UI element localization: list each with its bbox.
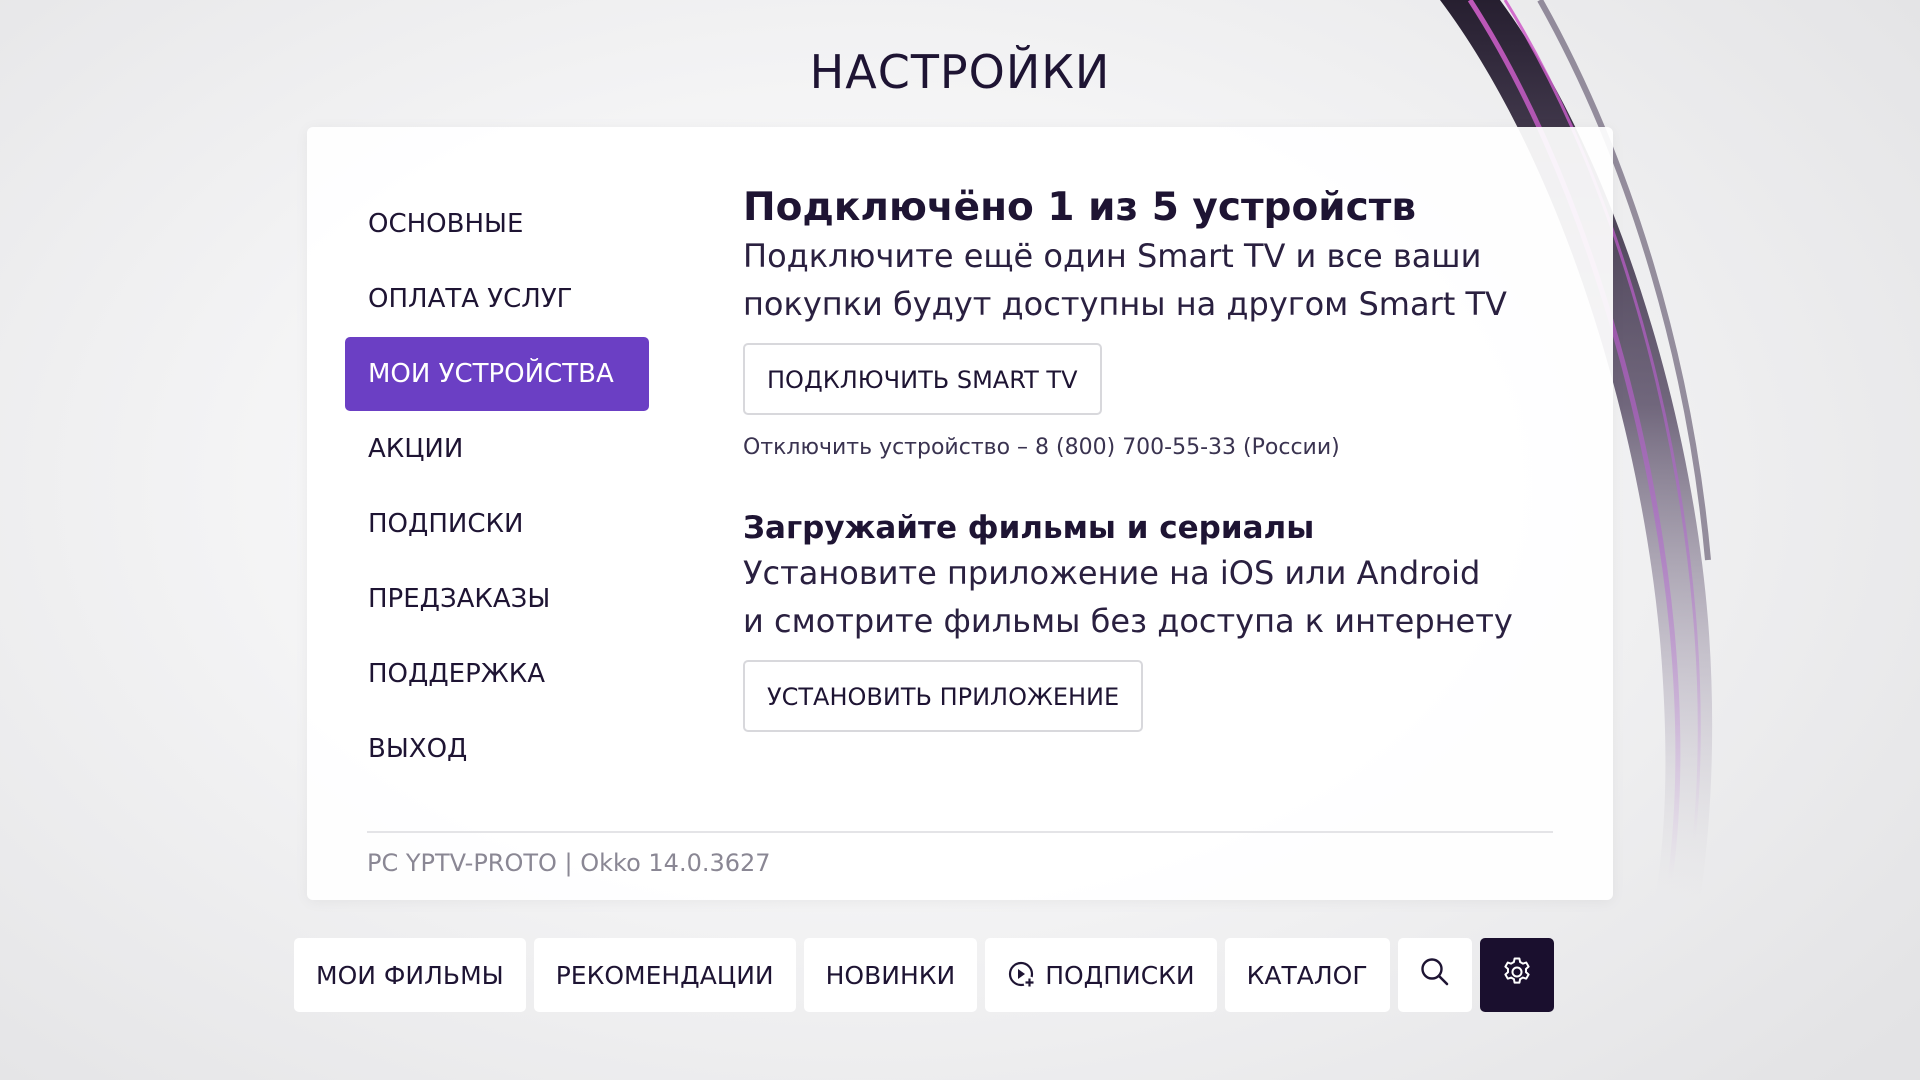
nav-new-label: НОВИНКИ [825, 960, 956, 990]
nav-recommendations-label: РЕКОМЕНДАЦИИ [555, 960, 774, 990]
nav-my-films[interactable]: МОИ ФИЛЬМЫ [294, 938, 526, 1012]
menu-item-promotions[interactable]: АКЦИИ [345, 412, 649, 486]
nav-catalog[interactable]: КАТАЛОГ [1224, 938, 1390, 1012]
devices-content: Подключёно 1 из 5 устройств Подключите е… [743, 185, 1563, 732]
devices-description-line1: Подключите ещё один Smart TV и все ваши [743, 237, 1482, 275]
menu-item-support[interactable]: ПОДДЕРЖКА [345, 637, 649, 711]
bottom-nav: МОИ ФИЛЬМЫ РЕКОМЕНДАЦИИ НОВИНКИ ПОДПИСКИ… [294, 938, 1554, 1012]
devices-description-line2: покупки будут доступны на другом Smart T… [743, 285, 1507, 323]
version-info: PC YPTV-PROTO | Okko 14.0.3627 [367, 849, 771, 877]
disconnect-device-note: Отключить устройство – 8 (800) 700-55-33… [743, 435, 1340, 460]
settings-button[interactable] [1479, 938, 1554, 1012]
connect-smart-tv-button[interactable]: ПОДКЛЮЧИТЬ SMART TV [743, 343, 1102, 415]
apps-description-line2: и смотрите фильмы без доступа к интернет… [743, 602, 1513, 640]
apps-heading: Загружайте фильмы и сериалы [743, 510, 1315, 546]
menu-item-subscriptions[interactable]: ПОДПИСКИ [345, 487, 649, 561]
nav-new[interactable]: НОВИНКИ [803, 938, 978, 1012]
search-button[interactable] [1397, 938, 1472, 1012]
apps-description-line1: Установите приложение на iOS или Android [743, 554, 1481, 592]
menu-item-main[interactable]: ОСНОВНЫЕ [345, 187, 649, 261]
nav-subscriptions[interactable]: ПОДПИСКИ [985, 938, 1217, 1012]
divider [367, 831, 1553, 833]
menu-item-payment[interactable]: ОПЛАТА УСЛУГ [345, 262, 649, 336]
devices-heading: Подключёно 1 из 5 устройств [743, 185, 1416, 230]
nav-subscriptions-label: ПОДПИСКИ [1045, 960, 1195, 990]
nav-my-films-label: МОИ ФИЛЬМЫ [316, 960, 504, 990]
play-plus-icon [1007, 960, 1037, 990]
search-icon [1419, 956, 1451, 994]
menu-item-my-devices[interactable]: МОИ УСТРОЙСТВА [345, 337, 649, 411]
gear-icon [1500, 955, 1534, 995]
nav-recommendations[interactable]: РЕКОМЕНДАЦИИ [533, 938, 796, 1012]
page-title: НАСТРОЙКИ [809, 45, 1111, 99]
menu-item-logout[interactable]: ВЫХОД [345, 712, 649, 786]
install-app-button[interactable]: УСТАНОВИТЬ ПРИЛОЖЕНИЕ [743, 660, 1144, 732]
settings-menu: ОСНОВНЫЕ ОПЛАТА УСЛУГ МОИ УСТРОЙСТВА АКЦ… [345, 187, 649, 787]
settings-panel: ОСНОВНЫЕ ОПЛАТА УСЛУГ МОИ УСТРОЙСТВА АКЦ… [307, 127, 1613, 900]
menu-item-preorders[interactable]: ПРЕДЗАКАЗЫ [345, 562, 649, 636]
nav-catalog-label: КАТАЛОГ [1246, 960, 1368, 990]
